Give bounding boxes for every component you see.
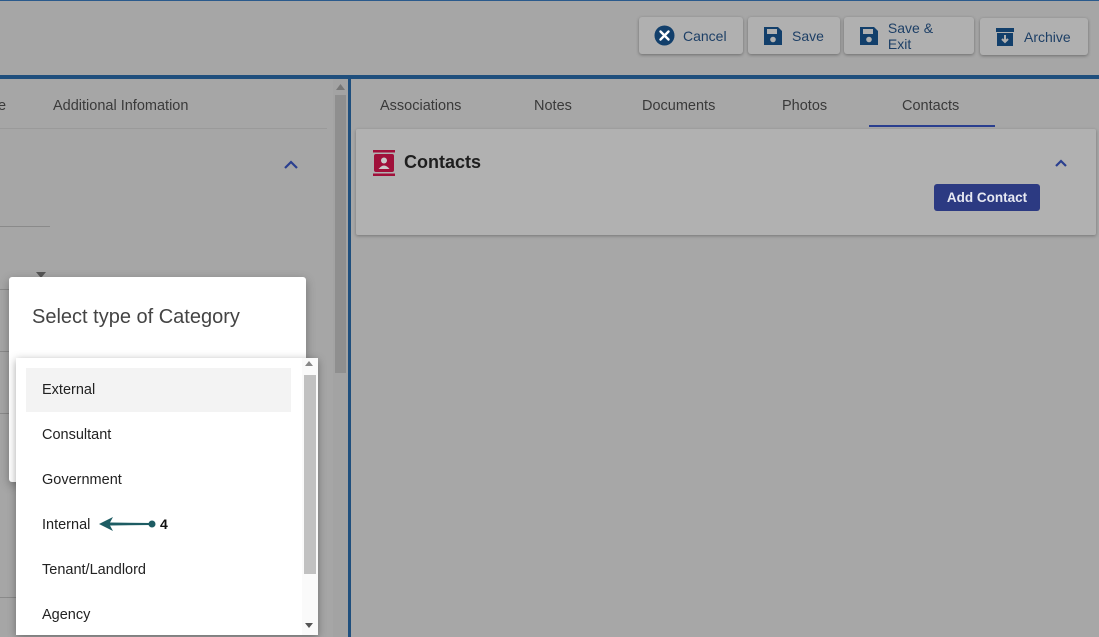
tab-documents[interactable]: Documents (642, 98, 715, 114)
dialog-title: Select type of Category (32, 306, 240, 328)
save-label: Save (792, 27, 824, 44)
chevron-up-icon[interactable] (1053, 157, 1069, 169)
tab-contacts[interactable]: Contacts (902, 98, 959, 114)
right-panel: Associations Notes Documents Photos Cont… (351, 79, 1099, 637)
scroll-down-arrow-icon[interactable] (305, 623, 313, 628)
option-tenant-landlord[interactable]: Tenant/Landlord (26, 548, 291, 592)
option-consultant[interactable]: Consultant (26, 413, 291, 457)
option-internal[interactable]: Internal (26, 503, 291, 547)
save-exit-label: Save & Exit (887, 19, 934, 52)
archive-box-icon (994, 26, 1016, 48)
save-button[interactable]: Save (748, 17, 840, 54)
add-contact-button[interactable]: Add Contact (934, 184, 1040, 211)
field-underline (0, 226, 50, 227)
category-options-list[interactable]: External Consultant Government Internal … (16, 358, 318, 635)
annotation-arrow-icon (99, 517, 156, 531)
floppy-disk-icon (858, 25, 880, 47)
archive-button[interactable]: Archive (980, 18, 1088, 55)
tab-associations[interactable]: Associations (380, 98, 461, 114)
chevron-up-icon[interactable] (282, 157, 300, 171)
left-tab-bar: e Additional Infomation (0, 79, 327, 129)
tab-partial[interactable]: e (0, 98, 6, 114)
tab-photos[interactable]: Photos (782, 98, 827, 114)
scroll-up-arrow-icon[interactable] (336, 84, 345, 90)
cancel-circle-icon (653, 25, 675, 47)
dropdown-scrollbar-thumb[interactable] (304, 375, 316, 574)
cancel-button[interactable]: Cancel (639, 17, 743, 54)
cancel-label: Cancel (683, 27, 727, 44)
tab-additional-information[interactable]: Additional Infomation (53, 98, 188, 114)
tab-notes[interactable]: Notes (534, 98, 572, 114)
annotation-number: 4 (160, 516, 168, 532)
left-scrollbar-thumb[interactable] (335, 95, 346, 373)
option-agency[interactable]: Agency (26, 593, 291, 635)
field-underline (0, 597, 16, 598)
contacts-title: Contacts (404, 152, 482, 172)
save-exit-button[interactable]: Save & Exit (844, 17, 974, 54)
option-external[interactable]: External (26, 368, 291, 412)
contacts-card: Contacts Add Contact (356, 129, 1096, 235)
contact-book-icon (373, 150, 395, 176)
active-tab-indicator (869, 125, 995, 127)
floppy-disk-icon (762, 25, 784, 47)
top-toolbar: Cancel Save Save & Exit Archive (0, 0, 1099, 76)
scroll-up-arrow-icon[interactable] (305, 361, 313, 366)
option-government[interactable]: Government (26, 458, 291, 502)
archive-label: Archive (1024, 28, 1071, 45)
